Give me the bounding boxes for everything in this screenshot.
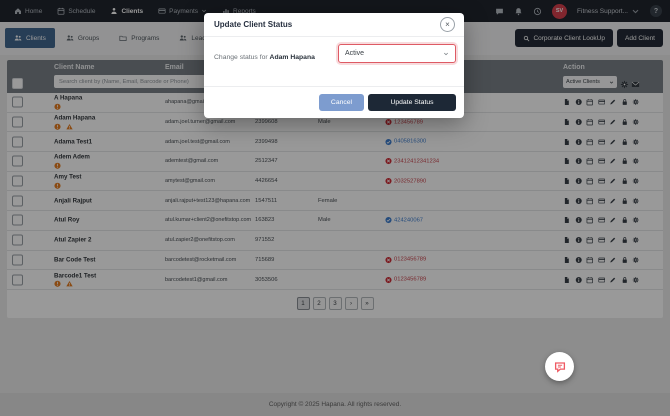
client-name-bold: Adam Hapana [269,54,315,61]
close-icon[interactable]: × [440,17,455,32]
label-prefix: Change status for [214,54,268,61]
modal-title: Update Client Status [214,20,293,29]
intercom-chat-icon [553,360,567,374]
modal-footer: Cancel Update Status [204,87,464,119]
update-status-button[interactable]: Update Status [368,94,456,111]
modal-header: Update Client Status × [204,13,464,37]
update-client-status-modal: Update Client Status × Change status for… [204,13,464,118]
cancel-button[interactable]: Cancel [319,94,364,111]
modal-body: Change status for Adam Hapana Active [204,37,464,87]
status-select[interactable]: Active [338,44,456,63]
chat-widget-button[interactable] [545,352,574,381]
status-change-label: Change status for Adam Hapana [214,54,315,61]
chevron-down-icon [443,51,449,57]
status-select-value: Active [345,50,365,57]
app-screen: Home Schedule Clients Payments Reports S… [0,0,670,416]
